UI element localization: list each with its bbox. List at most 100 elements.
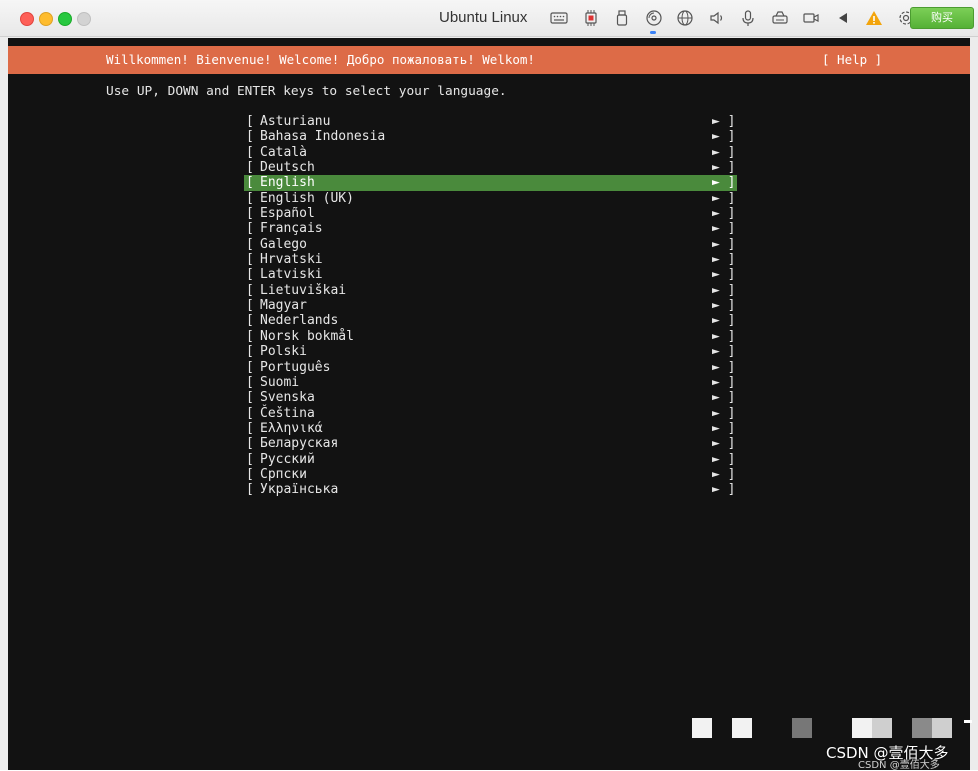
left-bracket: [ — [246, 420, 254, 436]
left-bracket: [ — [246, 466, 254, 482]
keyboard-icon[interactable] — [548, 7, 570, 29]
left-bracket: [ — [246, 236, 254, 252]
language-label: Ελληνικά — [260, 420, 323, 436]
language-option[interactable]: [ Bahasa Indonesia ► ] — [244, 129, 737, 144]
language-label: Nederlands — [260, 313, 339, 329]
language-option[interactable]: [Čeština ► ] — [244, 406, 737, 421]
instruction-text: Use UP, DOWN and ENTER keys to select yo… — [106, 84, 507, 99]
language-option[interactable]: [Hrvatski ► ] — [244, 252, 737, 267]
language-option[interactable]: [Latviski ► ] — [244, 267, 737, 282]
close-window-button[interactable] — [20, 12, 34, 26]
language-list: [Asturianu ► ] [Bahasa Indonesia ► ] [Català… — [244, 114, 737, 498]
language-option[interactable]: [Deutsch ► ] — [244, 160, 737, 175]
window-title: Ubuntu Linux — [439, 9, 528, 26]
language-option[interactable]: [Svenska ► ] — [244, 390, 737, 405]
language-option[interactable]: [Norsk bokmål ► ] — [244, 329, 737, 344]
language-label: Српски — [260, 466, 307, 482]
buy-button[interactable]: 购买 — [910, 7, 974, 29]
left-bracket: [ — [246, 190, 254, 206]
language-label: Português — [260, 359, 331, 375]
language-option[interactable]: [Français ► ] — [244, 221, 737, 236]
expand-arrow-icon: ► ] — [712, 282, 736, 298]
language-option[interactable]: [Català ► ] — [244, 145, 737, 160]
expand-arrow-icon: ► ] — [712, 252, 736, 268]
expand-arrow-icon: ► ] — [712, 160, 736, 176]
left-bracket: [ — [246, 206, 254, 222]
expand-arrow-icon: ► ] — [712, 482, 736, 498]
language-option[interactable]: [Asturianu ► ] — [244, 114, 737, 129]
left-bracket: [ — [246, 390, 254, 406]
printer-icon[interactable] — [769, 7, 791, 29]
left-bracket: [ — [246, 252, 254, 268]
vm-screen[interactable]: Willkommen! Bienvenue! Welcome! Добро по… — [8, 38, 972, 770]
extra-window-button[interactable] — [77, 12, 91, 26]
language-label: Čeština — [260, 405, 315, 421]
expand-arrow-icon: ► ] — [712, 144, 736, 160]
left-bracket: [ — [246, 282, 254, 298]
left-bracket: [ — [246, 267, 254, 283]
speaker-icon[interactable] — [706, 7, 728, 29]
language-option[interactable]: [ Українська ► ] — [244, 482, 737, 497]
left-bracket: [ — [246, 313, 254, 329]
language-label: Беларуская — [260, 436, 339, 452]
disc-icon[interactable] — [643, 7, 665, 29]
left-bracket: [ — [246, 175, 254, 191]
expand-arrow-icon: ► ] — [712, 236, 736, 252]
back-icon[interactable] — [832, 7, 854, 29]
language-option[interactable]: [Ελληνικά ► ] — [244, 421, 737, 436]
language-label: Polski — [260, 344, 307, 360]
usb-icon[interactable] — [611, 7, 633, 29]
language-label: Magyar — [260, 298, 307, 314]
language-option[interactable]: [ English (UK) ► ] — [244, 191, 737, 206]
header-title: Willkommen! Bienvenue! Welcome! Добро по… — [106, 52, 535, 67]
maximize-window-button[interactable] — [58, 12, 72, 26]
left-bracket: [ — [246, 298, 254, 314]
status-block — [964, 720, 972, 723]
camera-icon[interactable] — [800, 7, 822, 29]
language-option[interactable]: [ Nederlands ► ] — [244, 313, 737, 328]
left-bracket: [ — [246, 221, 254, 237]
installer-header: Willkommen! Bienvenue! Welcome! Добро по… — [8, 46, 970, 74]
left-bracket: [ — [246, 482, 254, 498]
expand-arrow-icon: ► ] — [712, 129, 736, 145]
language-option[interactable]: [Lietuviškai ► ] — [244, 283, 737, 298]
language-label: Español — [260, 206, 315, 222]
language-option[interactable]: [Português ► ] — [244, 360, 737, 375]
language-option[interactable]: [Suomi ► ] — [244, 375, 737, 390]
left-bracket: [ — [246, 129, 254, 145]
language-option[interactable]: [Español ► ] — [244, 206, 737, 221]
expand-arrow-icon: ► ] — [712, 451, 736, 467]
language-label: Norsk bokmål — [260, 328, 354, 344]
status-block — [792, 718, 812, 738]
language-option[interactable]: [Polski ► ] — [244, 344, 737, 359]
left-bracket: [ — [246, 359, 254, 375]
expand-arrow-icon: ► ] — [712, 405, 736, 421]
language-option[interactable]: [ Galego ► ] — [244, 237, 737, 252]
language-label: Українська — [260, 482, 339, 498]
language-option[interactable]: [Српски ► ] — [244, 467, 737, 482]
language-option[interactable]: [English ► ] — [244, 175, 737, 191]
status-block — [932, 718, 952, 738]
left-bracket: [ — [246, 436, 254, 452]
minimize-window-button[interactable] — [39, 12, 53, 26]
help-button[interactable]: [ Help ] — [822, 52, 882, 67]
expand-arrow-icon: ► ] — [712, 313, 736, 329]
expand-arrow-icon: ► ] — [712, 190, 736, 206]
language-option[interactable]: [Magyar ► ] — [244, 298, 737, 313]
left-bracket: [ — [246, 451, 254, 467]
expand-arrow-icon: ► ] — [712, 267, 736, 283]
microphone-icon[interactable] — [737, 7, 759, 29]
language-label: Galego — [260, 236, 307, 252]
language-label: Bahasa Indonesia — [260, 129, 386, 145]
warning-icon[interactable] — [863, 7, 885, 29]
language-label: English — [260, 175, 315, 191]
status-block — [732, 718, 752, 738]
language-option[interactable]: [Беларуская ► ] — [244, 436, 737, 451]
language-option[interactable]: [Русский ► ] — [244, 452, 737, 467]
language-label: Deutsch — [260, 160, 315, 176]
language-label: English (UK) — [260, 190, 354, 206]
cpu-icon[interactable] — [580, 7, 602, 29]
network-icon[interactable] — [674, 7, 696, 29]
status-block — [912, 718, 932, 738]
language-label: Català — [260, 144, 307, 160]
